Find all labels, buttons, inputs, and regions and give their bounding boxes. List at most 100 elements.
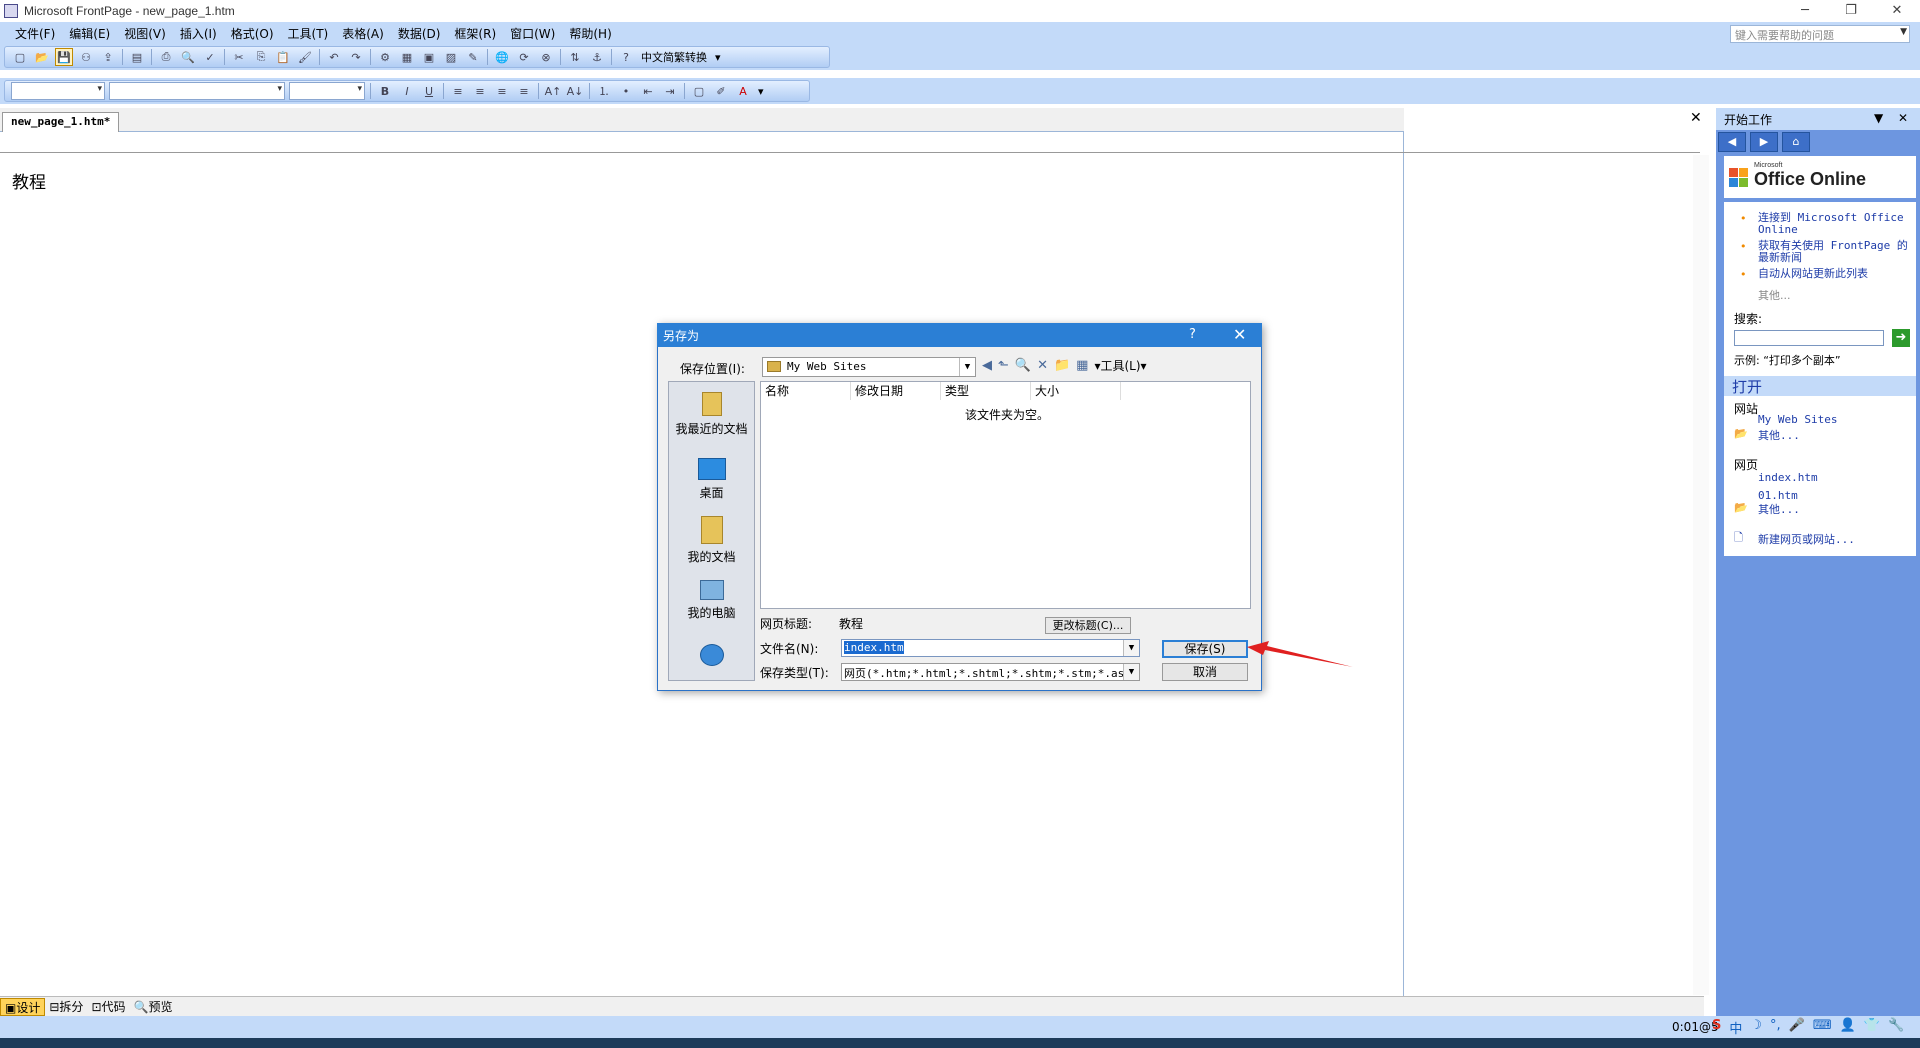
menu-window[interactable]: 窗口(W) <box>503 25 562 42</box>
chevron-down-icon[interactable]: ▼ <box>1123 664 1139 680</box>
stop-icon[interactable]: ⊗ <box>537 48 555 66</box>
keyboard-icon[interactable]: ⌨ <box>1813 1018 1832 1037</box>
menu-edit[interactable]: 编辑(E) <box>62 25 117 42</box>
skin-icon[interactable]: 👕 <box>1864 1018 1880 1037</box>
back-icon[interactable]: ◀ <box>982 358 992 373</box>
menu-view[interactable]: 视图(V) <box>117 25 173 42</box>
task-pane-search-input[interactable] <box>1734 330 1884 346</box>
increase-indent-icon[interactable]: ⇥ <box>661 82 679 100</box>
place-recent-documents[interactable]: 我最近的文档 <box>668 392 755 437</box>
undo-icon[interactable]: ↶ <box>325 48 343 66</box>
copy-icon[interactable]: ⎘ <box>252 48 270 66</box>
minimize-button[interactable]: ─ <box>1782 0 1828 22</box>
filename-input[interactable]: index.htm ▼ <box>841 639 1140 657</box>
microphone-icon[interactable]: 🎤 <box>1789 1018 1805 1037</box>
new-folder-icon[interactable]: 📁 <box>1054 358 1070 373</box>
vertical-scrollbar[interactable] <box>1693 155 1709 995</box>
redo-icon[interactable]: ↷ <box>347 48 365 66</box>
publish-icon[interactable]: ⇪ <box>99 48 117 66</box>
chevron-down-icon[interactable]: ▾ <box>754 85 768 98</box>
chinese-conversion-button[interactable]: 中文简繁转换 <box>637 49 711 65</box>
place-network[interactable] <box>668 644 755 670</box>
font-combo[interactable] <box>109 82 285 100</box>
binoculars-icon[interactable]: ⚇ <box>77 48 95 66</box>
link-latest-news[interactable]: 获取有关使用 FrontPage 的最新新闻 <box>1758 240 1910 264</box>
place-desktop[interactable]: 桌面 <box>668 458 755 501</box>
column-name[interactable]: 名称 <box>761 382 851 400</box>
font-color-icon[interactable]: A <box>734 82 752 100</box>
refresh-icon[interactable]: ⟳ <box>515 48 533 66</box>
align-left-icon[interactable]: ≡ <box>449 82 467 100</box>
menu-insert[interactable]: 插入(I) <box>173 25 224 42</box>
user-icon[interactable]: 👤 <box>1840 1018 1856 1037</box>
numbered-list-icon[interactable]: ⒈ <box>595 82 613 100</box>
help-icon[interactable]: ? <box>617 48 635 66</box>
save-button[interactable]: 保存(S) <box>1162 640 1248 658</box>
close-window-button[interactable]: ✕ <box>1874 0 1920 22</box>
tools-menu-button[interactable]: ▾工具(L)▾ <box>1094 357 1146 374</box>
decrease-font-icon[interactable]: A↓ <box>566 82 584 100</box>
save-location-combo[interactable]: My Web Sites ▼ <box>762 357 976 377</box>
insert-picture-icon[interactable]: ▨ <box>442 48 460 66</box>
close-document-icon[interactable]: ✕ <box>1690 110 1702 126</box>
tab-preview[interactable]: 🔍预览 <box>130 998 177 1016</box>
page-item-index[interactable]: index.htm <box>1758 472 1818 484</box>
search-web-icon[interactable]: 🔍 <box>1015 358 1031 373</box>
sites-more-link[interactable]: 其他... <box>1758 430 1800 442</box>
cut-icon[interactable]: ✂ <box>230 48 248 66</box>
home-icon[interactable]: ⌂ <box>1782 132 1810 152</box>
menu-help[interactable]: 帮助(H) <box>562 25 618 42</box>
forward-icon[interactable]: ▶ <box>1750 132 1778 152</box>
close-pane-icon[interactable]: ✕ <box>1898 111 1908 125</box>
insert-layer-icon[interactable]: ▣ <box>420 48 438 66</box>
column-size[interactable]: 大小 <box>1031 382 1121 400</box>
new-page-or-site-link[interactable]: 新建网页或网站... <box>1758 534 1855 546</box>
print-icon[interactable]: ⎙ <box>157 48 175 66</box>
menu-data[interactable]: 数据(D) <box>391 25 448 42</box>
justify-icon[interactable]: ≡ <box>515 82 533 100</box>
save-icon[interactable]: 💾 <box>55 48 73 66</box>
link-auto-update[interactable]: 自动从网站更新此列表 <box>1758 268 1910 280</box>
link-connect-office-online[interactable]: 连接到 Microsoft Office Online <box>1758 212 1910 236</box>
task-pane-title[interactable]: 开始工作 <box>1724 113 1772 127</box>
bold-icon[interactable]: B <box>376 82 394 100</box>
print-preview-icon[interactable]: 🔍 <box>179 48 197 66</box>
web-component-icon[interactable]: ⚙ <box>376 48 394 66</box>
moon-icon[interactable]: ☽ <box>1750 1018 1762 1037</box>
change-title-button[interactable]: 更改标题(C)... <box>1045 617 1131 634</box>
cancel-button[interactable]: 取消 <box>1162 663 1248 681</box>
chevron-down-icon[interactable]: ▼ <box>959 358 975 376</box>
font-size-combo[interactable] <box>289 82 365 100</box>
tab-split[interactable]: ⊟拆分 <box>45 998 87 1016</box>
menu-tools[interactable]: 工具(T) <box>281 25 336 42</box>
drawing-icon[interactable]: ✎ <box>464 48 482 66</box>
menu-format[interactable]: 格式(O) <box>224 25 281 42</box>
dialog-help-button[interactable]: ? <box>1189 327 1196 342</box>
go-arrow-icon[interactable]: ➜ <box>1892 329 1910 347</box>
place-my-documents[interactable]: 我的文档 <box>668 516 755 565</box>
decrease-indent-icon[interactable]: ⇤ <box>639 82 657 100</box>
format-painter-icon[interactable]: 🖌 <box>296 48 314 66</box>
page-item-01[interactable]: 01.htm <box>1758 490 1798 502</box>
document-tab[interactable]: new_page_1.htm* <box>2 112 120 132</box>
filetype-select[interactable]: 网页(*.htm;*.html;*.shtml;*.shtm;*.stm;*.a… <box>841 663 1140 681</box>
pages-more-link[interactable]: 其他... <box>1758 504 1800 516</box>
menu-frames[interactable]: 框架(R) <box>447 25 503 42</box>
sogou-logo-icon[interactable]: S <box>1712 1018 1721 1037</box>
punctuation-icon[interactable]: °, <box>1770 1018 1781 1037</box>
help-search-input[interactable]: 键入需要帮助的问题 ▼ <box>1730 25 1910 43</box>
menu-table[interactable]: 表格(A) <box>335 25 391 42</box>
insert-table-icon[interactable]: ▦ <box>398 48 416 66</box>
chinese-mode-icon[interactable]: 中 <box>1729 1018 1742 1037</box>
column-modified[interactable]: 修改日期 <box>851 382 941 400</box>
sort-icon[interactable]: ⇅ <box>566 48 584 66</box>
chevron-down-icon[interactable]: ▾ <box>711 51 725 64</box>
underline-icon[interactable]: U <box>420 82 438 100</box>
border-icon[interactable]: ▢ <box>690 82 708 100</box>
highlight-icon[interactable]: ✐ <box>712 82 730 100</box>
style-combo[interactable] <box>11 82 105 100</box>
wrench-icon[interactable]: 🔧 <box>1888 1018 1904 1037</box>
spelling-icon[interactable]: ✓ <box>201 48 219 66</box>
italic-icon[interactable]: I <box>398 82 416 100</box>
increase-font-icon[interactable]: A↑ <box>544 82 562 100</box>
